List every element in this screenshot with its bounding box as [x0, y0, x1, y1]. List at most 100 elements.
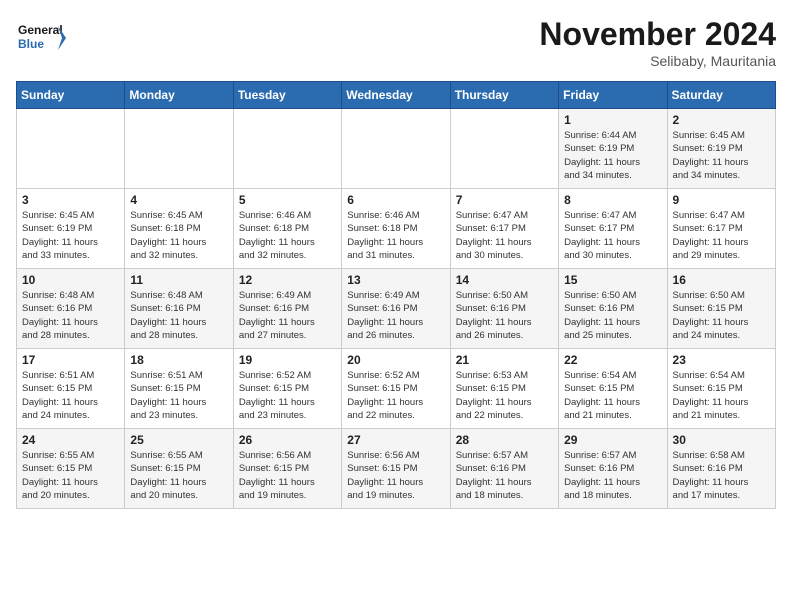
day-info: Sunrise: 6:57 AM Sunset: 6:16 PM Dayligh… — [456, 449, 553, 502]
day-info: Sunrise: 6:55 AM Sunset: 6:15 PM Dayligh… — [22, 449, 119, 502]
calendar-cell: 1 Sunrise: 6:44 AM Sunset: 6:19 PM Daylig… — [559, 109, 667, 189]
day-number: 13 — [347, 273, 444, 287]
day-number: 28 — [456, 433, 553, 447]
day-info: Sunrise: 6:51 AM Sunset: 6:15 PM Dayligh… — [22, 369, 119, 422]
calendar-cell — [17, 109, 125, 189]
weekday-header-row: SundayMondayTuesdayWednesdayThursdayFrid… — [17, 82, 776, 109]
calendar-cell: 26 Sunrise: 6:56 AM Sunset: 6:15 PM Dayli… — [233, 429, 341, 509]
day-info: Sunrise: 6:45 AM Sunset: 6:19 PM Dayligh… — [673, 129, 770, 182]
day-number: 26 — [239, 433, 336, 447]
calendar-cell: 12Sunrise: 6:49 AM Sunset: 6:16 PM Dayli… — [233, 269, 341, 349]
day-number: 14 — [456, 273, 553, 287]
calendar-cell — [233, 109, 341, 189]
day-number: 22 — [564, 353, 661, 367]
svg-text:Blue: Blue — [18, 37, 44, 51]
day-number: 23 — [673, 353, 770, 367]
day-number: 7 — [456, 193, 553, 207]
calendar-cell: 21 Sunrise: 6:53 AM Sunset: 6:15 PM Dayli… — [450, 349, 558, 429]
day-number: 21 — [456, 353, 553, 367]
day-info: Sunrise: 6:48 AM Sunset: 6:16 PM Dayligh… — [22, 289, 119, 342]
day-number: 16 — [673, 273, 770, 287]
location-subtitle: Selibaby, Mauritania — [539, 53, 776, 69]
day-info: Sunrise: 6:45 AM Sunset: 6:19 PM Dayligh… — [22, 209, 119, 262]
weekday-header: Wednesday — [342, 82, 450, 109]
weekday-header: Friday — [559, 82, 667, 109]
calendar-cell: 2 Sunrise: 6:45 AM Sunset: 6:19 PM Daylig… — [667, 109, 775, 189]
calendar-cell: 4Sunrise: 6:45 AM Sunset: 6:18 PM Daylig… — [125, 189, 233, 269]
calendar-cell: 10 Sunrise: 6:48 AM Sunset: 6:16 PM Dayli… — [17, 269, 125, 349]
day-number: 19 — [239, 353, 336, 367]
day-number: 9 — [673, 193, 770, 207]
day-info: Sunrise: 6:50 AM Sunset: 6:16 PM Dayligh… — [456, 289, 553, 342]
calendar-week-row: 10 Sunrise: 6:48 AM Sunset: 6:16 PM Dayli… — [17, 269, 776, 349]
logo-svg: General Blue — [16, 16, 66, 66]
calendar-cell: 15Sunrise: 6:50 AM Sunset: 6:16 PM Dayli… — [559, 269, 667, 349]
calendar-cell: 8 Sunrise: 6:47 AM Sunset: 6:17 PM Daylig… — [559, 189, 667, 269]
weekday-header: Thursday — [450, 82, 558, 109]
day-number: 27 — [347, 433, 444, 447]
calendar-cell: 18 Sunrise: 6:51 AM Sunset: 6:15 PM Dayli… — [125, 349, 233, 429]
day-number: 15 — [564, 273, 661, 287]
calendar-cell: 9 Sunrise: 6:47 AM Sunset: 6:17 PM Daylig… — [667, 189, 775, 269]
day-number: 29 — [564, 433, 661, 447]
svg-text:General: General — [18, 23, 63, 37]
day-info: Sunrise: 6:56 AM Sunset: 6:15 PM Dayligh… — [347, 449, 444, 502]
day-info: Sunrise: 6:46 AM Sunset: 6:18 PM Dayligh… — [239, 209, 336, 262]
calendar-cell: 28 Sunrise: 6:57 AM Sunset: 6:16 PM Dayli… — [450, 429, 558, 509]
day-number: 10 — [22, 273, 119, 287]
day-info: Sunrise: 6:56 AM Sunset: 6:15 PM Dayligh… — [239, 449, 336, 502]
day-number: 1 — [564, 113, 661, 127]
day-number: 18 — [130, 353, 227, 367]
day-number: 17 — [22, 353, 119, 367]
day-number: 5 — [239, 193, 336, 207]
day-info: Sunrise: 6:46 AM Sunset: 6:18 PM Dayligh… — [347, 209, 444, 262]
calendar-cell: 11 Sunrise: 6:48 AM Sunset: 6:16 PM Dayli… — [125, 269, 233, 349]
day-info: Sunrise: 6:47 AM Sunset: 6:17 PM Dayligh… — [456, 209, 553, 262]
calendar-cell: 14 Sunrise: 6:50 AM Sunset: 6:16 PM Dayli… — [450, 269, 558, 349]
calendar-cell: 16 Sunrise: 6:50 AM Sunset: 6:15 PM Dayli… — [667, 269, 775, 349]
calendar-week-row: 3 Sunrise: 6:45 AM Sunset: 6:19 PM Daylig… — [17, 189, 776, 269]
calendar-cell — [342, 109, 450, 189]
calendar-cell: 24 Sunrise: 6:55 AM Sunset: 6:15 PM Dayli… — [17, 429, 125, 509]
calendar-cell: 17 Sunrise: 6:51 AM Sunset: 6:15 PM Dayli… — [17, 349, 125, 429]
calendar-week-row: 17 Sunrise: 6:51 AM Sunset: 6:15 PM Dayli… — [17, 349, 776, 429]
calendar-table: SundayMondayTuesdayWednesdayThursdayFrid… — [16, 81, 776, 509]
day-info: Sunrise: 6:44 AM Sunset: 6:19 PM Dayligh… — [564, 129, 661, 182]
day-info: Sunrise: 6:54 AM Sunset: 6:15 PM Dayligh… — [673, 369, 770, 422]
day-number: 20 — [347, 353, 444, 367]
weekday-header: Saturday — [667, 82, 775, 109]
month-title: November 2024 — [539, 16, 776, 53]
day-number: 4 — [130, 193, 227, 207]
calendar-cell — [450, 109, 558, 189]
calendar-cell: 25Sunrise: 6:55 AM Sunset: 6:15 PM Dayli… — [125, 429, 233, 509]
calendar-cell: 3 Sunrise: 6:45 AM Sunset: 6:19 PM Daylig… — [17, 189, 125, 269]
weekday-header: Tuesday — [233, 82, 341, 109]
day-info: Sunrise: 6:52 AM Sunset: 6:15 PM Dayligh… — [239, 369, 336, 422]
day-info: Sunrise: 6:52 AM Sunset: 6:15 PM Dayligh… — [347, 369, 444, 422]
day-number: 24 — [22, 433, 119, 447]
day-info: Sunrise: 6:54 AM Sunset: 6:15 PM Dayligh… — [564, 369, 661, 422]
day-info: Sunrise: 6:55 AM Sunset: 6:15 PM Dayligh… — [130, 449, 227, 502]
day-info: Sunrise: 6:53 AM Sunset: 6:15 PM Dayligh… — [456, 369, 553, 422]
calendar-week-row: 1 Sunrise: 6:44 AM Sunset: 6:19 PM Daylig… — [17, 109, 776, 189]
day-info: Sunrise: 6:50 AM Sunset: 6:15 PM Dayligh… — [673, 289, 770, 342]
day-info: Sunrise: 6:58 AM Sunset: 6:16 PM Dayligh… — [673, 449, 770, 502]
day-number: 3 — [22, 193, 119, 207]
day-info: Sunrise: 6:51 AM Sunset: 6:15 PM Dayligh… — [130, 369, 227, 422]
day-number: 11 — [130, 273, 227, 287]
day-number: 30 — [673, 433, 770, 447]
page-header: General Blue November 2024 Selibaby, Mau… — [16, 16, 776, 69]
day-info: Sunrise: 6:47 AM Sunset: 6:17 PM Dayligh… — [564, 209, 661, 262]
day-number: 2 — [673, 113, 770, 127]
day-number: 8 — [564, 193, 661, 207]
day-info: Sunrise: 6:49 AM Sunset: 6:16 PM Dayligh… — [347, 289, 444, 342]
day-info: Sunrise: 6:47 AM Sunset: 6:17 PM Dayligh… — [673, 209, 770, 262]
calendar-cell — [125, 109, 233, 189]
day-number: 12 — [239, 273, 336, 287]
calendar-cell: 7 Sunrise: 6:47 AM Sunset: 6:17 PM Daylig… — [450, 189, 558, 269]
day-info: Sunrise: 6:48 AM Sunset: 6:16 PM Dayligh… — [130, 289, 227, 342]
title-block: November 2024 Selibaby, Mauritania — [539, 16, 776, 69]
calendar-cell: 13 Sunrise: 6:49 AM Sunset: 6:16 PM Dayli… — [342, 269, 450, 349]
day-info: Sunrise: 6:57 AM Sunset: 6:16 PM Dayligh… — [564, 449, 661, 502]
calendar-cell: 30 Sunrise: 6:58 AM Sunset: 6:16 PM Dayli… — [667, 429, 775, 509]
